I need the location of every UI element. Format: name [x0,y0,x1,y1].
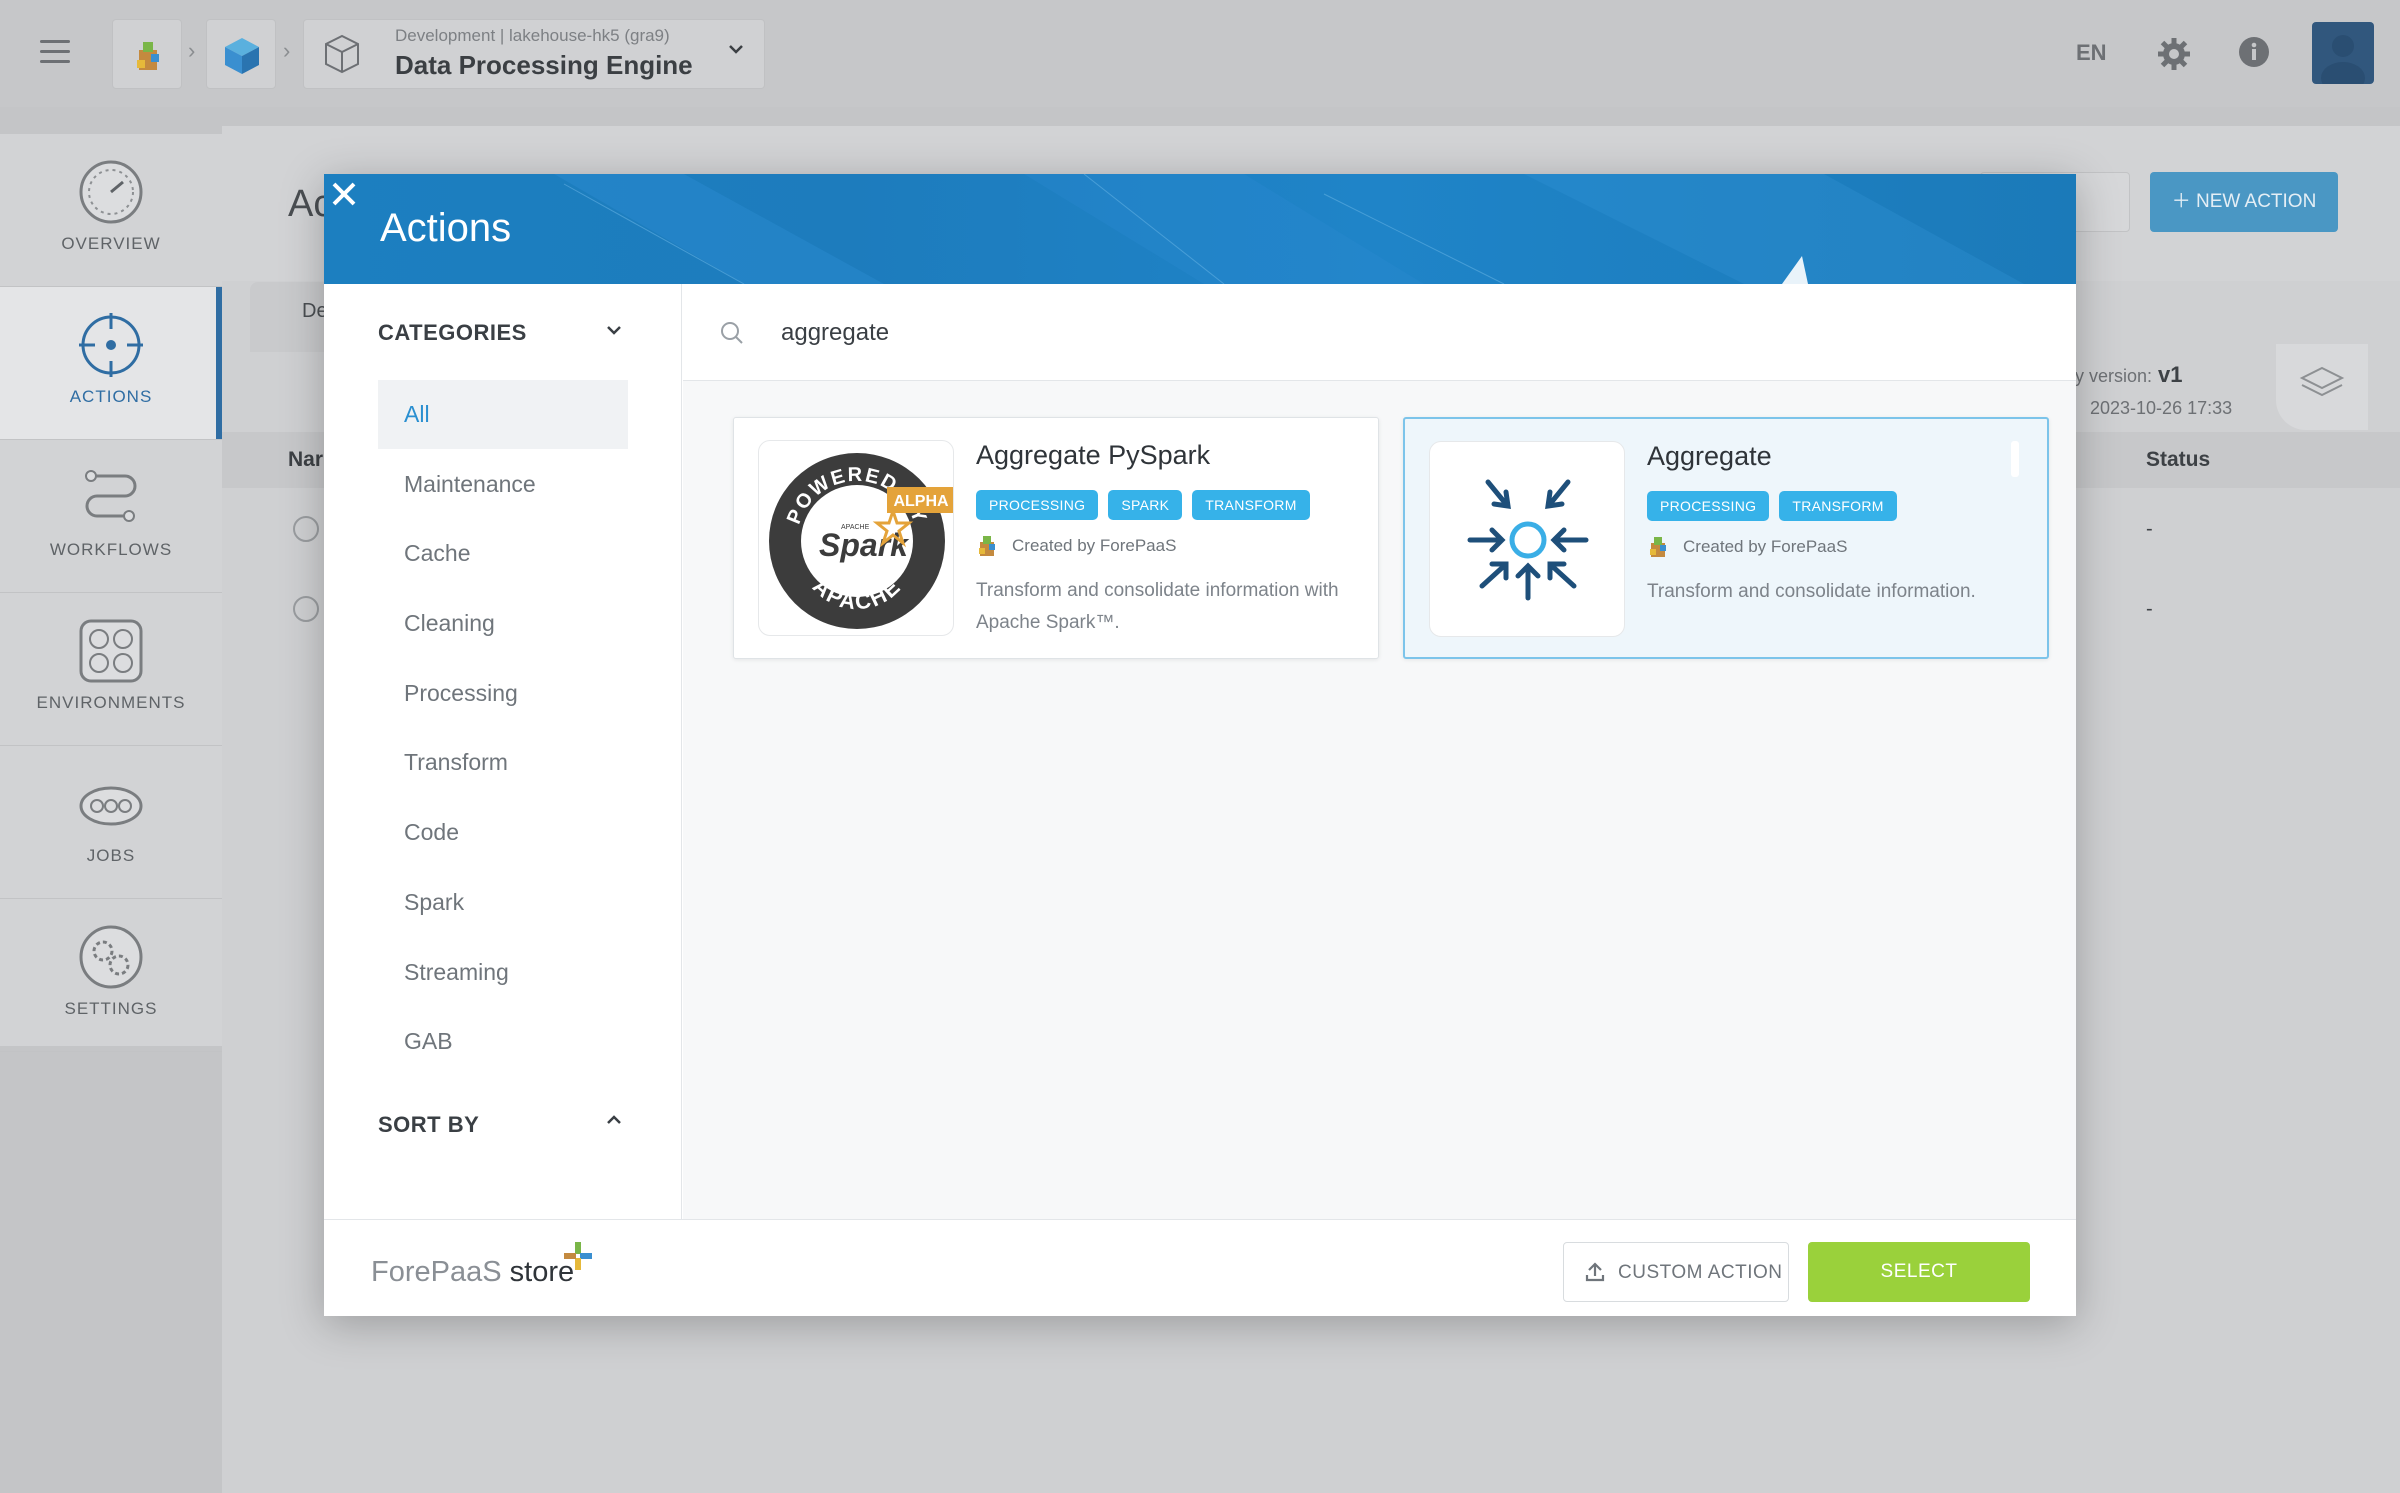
close-icon[interactable] [324,174,364,214]
plus-logo-icon [564,1242,592,1270]
layers-button[interactable] [2276,344,2368,430]
card-creator: Created by ForePaaS [1683,537,1848,556]
tag-spark: SPARK [1108,490,1183,520]
card-tags: PROCESSING TRANSFORM [1647,491,1897,521]
select-button[interactable]: SELECT [1808,1242,2030,1302]
gear-icon[interactable] [2156,36,2192,72]
info-icon[interactable] [2238,36,2270,68]
category-maintenance[interactable]: Maintenance [378,450,628,519]
results-list: POWERED BY APACHE APACHE Spark ALPHA Agg… [683,381,2076,1219]
chevron-down-icon[interactable] [727,40,745,58]
modal-footer: ForePaaS store CUSTOM ACTION SELECT [324,1219,2076,1316]
sidebar-item-label: ENVIRONMENTS [36,693,186,712]
dpe-cube-button[interactable] [206,19,276,89]
tag-processing: PROCESSING [976,490,1099,520]
category-gab[interactable]: GAB [378,1007,628,1076]
category-spark[interactable]: Spark [378,868,628,937]
repository-date: 2023-10-26 17:33 [2090,398,2233,418]
row-radio[interactable] [293,516,319,542]
sidebar-item-workflows[interactable]: WORKFLOWS [0,440,222,593]
status-cell: - [2146,598,2153,620]
chevron-down-icon[interactable] [604,320,624,340]
tag-transform: TRANSFORM [1192,490,1310,520]
tag-transform: TRANSFORM [1779,491,1897,521]
category-cleaning[interactable]: Cleaning [378,589,628,658]
category-all[interactable]: All [378,380,628,449]
actions-modal: Actions CATEGORIES All Maintenance Cache… [324,174,2076,1316]
settings-gears-icon [79,925,143,989]
environments-icon [79,619,143,683]
language-selector[interactable]: EN [2076,40,2107,66]
forepaas-logo-button[interactable] [112,19,182,89]
sidebar-item-label: SETTINGS [64,999,158,1018]
spark-logo: POWERED BY APACHE APACHE Spark ALPHA [758,440,954,636]
forepaas-logo-icon [137,42,159,70]
forepaas-logo-icon [1650,537,1666,557]
category-code[interactable]: Code [378,798,628,867]
workflow-icon [85,470,137,522]
card-title: Aggregate PySpark [976,440,1211,470]
card-description: Transform and consolidate information. [1647,581,1976,602]
sidebar-item-actions[interactable]: ACTIONS [0,287,222,440]
forepaas-logo-icon [979,536,995,556]
speedometer-icon [79,160,143,224]
card-description: Transform and consolidate information wi… [976,580,1339,633]
card-title: Aggregate [1647,441,1772,471]
sort-by-heading[interactable]: SORT BY [378,1112,479,1138]
breadcrumb-separator: › [283,38,291,63]
avatar[interactable] [2312,22,2374,84]
layers-icon [2299,366,2345,397]
upload-icon [1585,1262,1605,1282]
column-header-status: Status [2146,448,2211,471]
box-icon [325,34,359,74]
categories-heading[interactable]: CATEGORIES [378,320,527,346]
custom-action-button[interactable]: CUSTOM ACTION [1563,1242,1789,1302]
sidebar: OVERVIEW ACTIONS WORKFLOWS ENVIRONMENTS [0,134,222,1052]
alpha-badge: ALPHA [893,493,949,510]
aggregate-logo [1429,441,1625,637]
sidebar-item-jobs[interactable]: JOBS [0,746,222,899]
sidebar-item-environments[interactable]: ENVIRONMENTS [0,593,222,746]
logo-spark: Spark [819,527,910,563]
forepaas-store-logo: ForePaaS store [371,1256,575,1288]
search-icon [721,322,743,344]
row-radio[interactable] [293,596,319,622]
custom-action-label: CUSTOM ACTION [1618,1262,1783,1283]
sidebar-item-label: ACTIONS [69,387,153,406]
card-scroll-handle [2011,441,2019,477]
status-cell: - [2146,518,2153,540]
action-card-aggregate[interactable]: Aggregate PROCESSING TRANSFORM Created b… [1403,417,2049,659]
new-action-button[interactable]: ＋ NEW ACTION [2150,172,2338,232]
crosshair-icon [79,313,143,377]
column-header-name: Nar [288,448,324,471]
jobs-icon [79,786,143,826]
environment-subtitle: Development | lakehouse-hk5 (gra9) [395,26,670,45]
breadcrumb-separator: › [188,38,196,63]
arrows-converge-icon [1467,479,1589,601]
card-tags: PROCESSING SPARK TRANSFORM [976,490,1310,520]
menu-icon[interactable] [40,40,70,64]
search-bar [683,284,2076,381]
sidebar-item-label: WORKFLOWS [49,540,173,559]
modal-header: Actions [324,174,2076,284]
category-cache[interactable]: Cache [378,519,628,588]
search-input[interactable] [779,310,1979,356]
top-bar: › › Development | lakehouse-hk5 (gra9) D… [0,0,2400,107]
sidebar-item-label: OVERVIEW [61,234,161,253]
sidebar-item-label: JOBS [86,846,136,865]
modal-title: Actions [380,206,512,250]
tag-processing: PROCESSING [1647,491,1770,521]
action-card-aggregate-pyspark[interactable]: POWERED BY APACHE APACHE Spark ALPHA Agg… [733,417,1379,659]
categories-panel: CATEGORIES All Maintenance Cache Cleanin… [324,284,682,1219]
environment-title: Data Processing Engine [395,50,693,80]
category-processing[interactable]: Processing [378,659,628,728]
sidebar-item-settings[interactable]: SETTINGS [0,899,222,1052]
chevron-up-icon[interactable] [604,1110,624,1130]
category-streaming[interactable]: Streaming [378,938,628,1007]
card-creator: Created by ForePaaS [1012,536,1177,555]
cube-icon [225,38,259,74]
sidebar-item-overview[interactable]: OVERVIEW [0,134,222,287]
category-transform[interactable]: Transform [378,728,628,797]
